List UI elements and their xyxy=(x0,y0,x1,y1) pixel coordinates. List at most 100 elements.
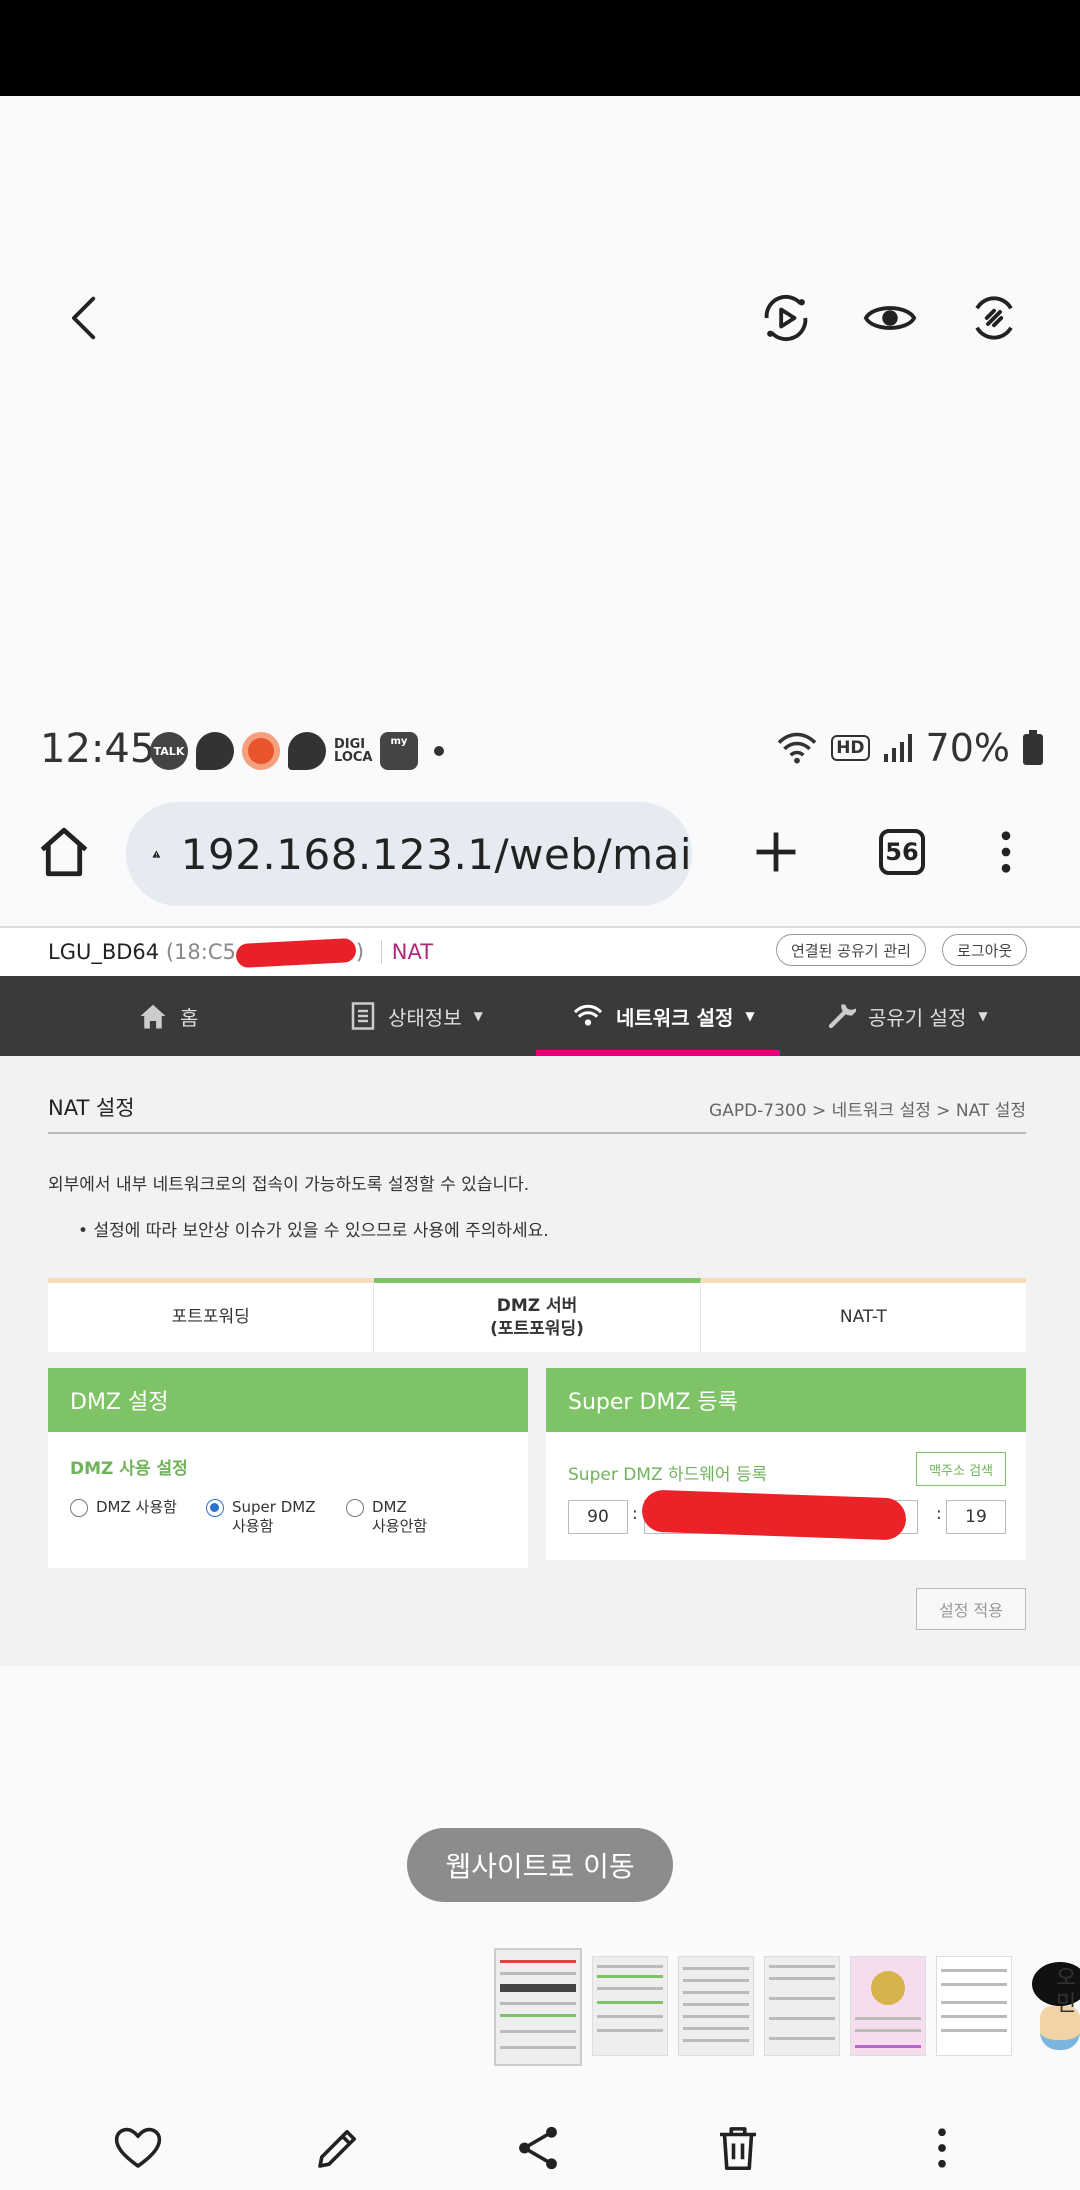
super-dmz-panel-title: Super DMZ 등록 xyxy=(546,1368,1026,1432)
nav-home-label: 홈 xyxy=(180,1005,199,1030)
edge-text: 오 민 xyxy=(1056,1966,1077,2018)
back-button[interactable] xyxy=(54,286,118,350)
eye-icon xyxy=(863,306,917,330)
dmz-panel-title: DMZ 설정 xyxy=(48,1368,528,1432)
redaction-mark xyxy=(235,937,357,969)
radio-dmz-on[interactable]: DMZ 사용함 xyxy=(70,1498,177,1517)
nav-device[interactable]: 공유기 설정 ▼ xyxy=(826,976,988,1056)
chat-bubble-icon xyxy=(288,732,326,770)
caution-note: • 설정에 따라 보안상 이슈가 있을 수 있으므로 사용에 주의하세요. xyxy=(78,1221,549,1241)
thumbnail[interactable] xyxy=(850,1956,926,2056)
notification-icons: TALK DIGI LOCA my xyxy=(150,732,444,770)
edit-button[interactable] xyxy=(308,2118,368,2178)
more-button[interactable] xyxy=(912,2118,972,2178)
colon: : xyxy=(632,1504,638,1524)
mode-label: NAT xyxy=(380,940,434,964)
super-dmz-panel: Super DMZ 등록 Super DMZ 하드웨어 등록 맥주소 검색 90… xyxy=(546,1368,1026,1560)
favorite-button[interactable] xyxy=(108,2118,168,2178)
tab-dmz-server[interactable]: DMZ 서버 (포트포워딩) xyxy=(374,1278,701,1352)
tab-port-forwarding[interactable]: 포트포워딩 xyxy=(48,1278,375,1352)
thumbnail[interactable] xyxy=(764,1956,840,2056)
share-icon xyxy=(519,2126,557,2170)
motion-play-icon xyxy=(764,294,808,342)
router-admin-page: LGU_BD64 (18:C5) NAT 연결된 공유기 관리 로그아웃 홈 상… xyxy=(0,926,1080,1666)
nav-device-label: 공유기 설정 xyxy=(868,1005,967,1030)
caret-down-icon: ▼ xyxy=(978,1009,988,1023)
status-right-icons: HD 70% xyxy=(775,726,1044,770)
thumbnail-strip xyxy=(494,1948,1080,2066)
kakaotalk-icon: TALK xyxy=(150,732,188,770)
delete-button[interactable] xyxy=(708,2118,768,2178)
colon: : xyxy=(936,1504,942,1524)
caret-down-icon: ▼ xyxy=(745,1009,755,1023)
nav-home[interactable]: 홈 xyxy=(138,976,198,1056)
logout-button[interactable]: 로그아웃 xyxy=(942,934,1028,966)
page-description: 외부에서 내부 네트워크로의 접속이 가능하도록 설정할 수 있습니다. xyxy=(48,1175,530,1195)
new-tab-button[interactable] xyxy=(744,820,808,884)
nat-tabs: 포트포워딩 DMZ 서버 (포트포워딩) NAT-T xyxy=(48,1278,1026,1352)
viewer-toolbar xyxy=(0,96,1080,350)
nav-network[interactable]: 네트워크 설정 ▼ xyxy=(572,976,755,1056)
browser-home-button[interactable] xyxy=(32,820,96,884)
view-button[interactable] xyxy=(858,286,922,350)
apply-settings-button[interactable]: 설정 적용 xyxy=(916,1588,1026,1630)
router-nav: 홈 상태정보 ▼ 네트워크 설정 ▼ 공유기 설정 ▼ xyxy=(0,976,1080,1056)
status-time: 12:45 xyxy=(40,726,156,772)
wifi-icon xyxy=(573,1004,603,1026)
radio-dot-selected xyxy=(206,1499,224,1517)
chat-bubble-icon xyxy=(196,732,234,770)
remaster-icon xyxy=(975,296,1013,340)
radio-dot xyxy=(70,1499,88,1517)
plus-icon xyxy=(756,832,796,872)
signal-icon xyxy=(883,734,912,762)
nav-status[interactable]: 상태정보 ▼ xyxy=(350,976,483,1056)
active-nav-underline xyxy=(536,1050,780,1056)
browser-bar: 192.168.123.1/web/mai 56 xyxy=(0,800,1080,910)
device-info: LGU_BD64 (18:C5) NAT xyxy=(48,937,434,969)
more-vertical-icon xyxy=(938,2128,946,2168)
router-header: LGU_BD64 (18:C5) NAT 연결된 공유기 관리 로그아웃 xyxy=(0,928,1080,976)
home-icon xyxy=(140,1004,166,1029)
mac-octet-1[interactable]: 90 xyxy=(568,1500,628,1534)
thumbnail[interactable] xyxy=(678,1956,754,2056)
play-motion-button[interactable] xyxy=(754,286,818,350)
go-to-website-button[interactable]: 웹사이트로 이동 xyxy=(407,1828,673,1902)
mac-search-button[interactable]: 맥주소 검색 xyxy=(916,1452,1006,1486)
battery-icon xyxy=(1023,730,1043,765)
device-name: LGU_BD64 xyxy=(48,940,160,964)
radio-dmz-off[interactable]: DMZ 사용안함 xyxy=(346,1498,427,1536)
more-notifications-dot xyxy=(434,746,444,756)
browser-menu-button[interactable] xyxy=(974,820,1038,884)
viewer-bottom-bar xyxy=(0,2100,1080,2190)
nav-network-label: 네트워크 설정 xyxy=(616,1005,734,1030)
heart-icon xyxy=(114,2127,162,2168)
nav-status-label: 상태정보 xyxy=(388,1005,462,1030)
caret-down-icon: ▼ xyxy=(473,1009,483,1023)
system-top-bar xyxy=(0,0,1080,96)
super-dmz-subtitle: Super DMZ 하드웨어 등록 xyxy=(568,1465,768,1485)
radio-super-dmz[interactable]: Super DMZ 사용함 xyxy=(206,1498,315,1536)
pencil-icon xyxy=(318,2130,356,2168)
thumbnail[interactable] xyxy=(592,1956,668,2056)
trash-icon xyxy=(720,2127,756,2171)
address-bar[interactable]: 192.168.123.1/web/mai xyxy=(126,802,692,906)
image-circle xyxy=(871,1971,905,2005)
radio-dot xyxy=(346,1499,364,1517)
page-title: NAT 설정 xyxy=(48,1096,135,1120)
tab-nat-t[interactable]: NAT-T xyxy=(700,1278,1026,1352)
thumbnail[interactable] xyxy=(936,1956,1012,2056)
remaster-button[interactable] xyxy=(962,286,1026,350)
dmz-use-subtitle: DMZ 사용 설정 xyxy=(70,1459,188,1479)
device-mac: (18:C5) xyxy=(166,937,364,969)
mac-octet-6[interactable]: 19 xyxy=(946,1500,1006,1534)
home-icon xyxy=(40,827,88,877)
hd-voice-icon: HD xyxy=(831,735,870,761)
manage-router-button[interactable]: 연결된 공유기 관리 xyxy=(776,934,926,966)
digiloca-icon: DIGI LOCA xyxy=(334,737,373,765)
thumbnail-current[interactable] xyxy=(494,1948,582,2066)
captured-status-bar: 12:45 TALK DIGI LOCA my HD 70% xyxy=(0,720,1080,784)
share-button[interactable] xyxy=(508,2118,568,2178)
record-icon xyxy=(242,732,280,770)
homeplus-icon: my xyxy=(380,732,418,770)
tabs-button[interactable]: 56 xyxy=(870,820,934,884)
